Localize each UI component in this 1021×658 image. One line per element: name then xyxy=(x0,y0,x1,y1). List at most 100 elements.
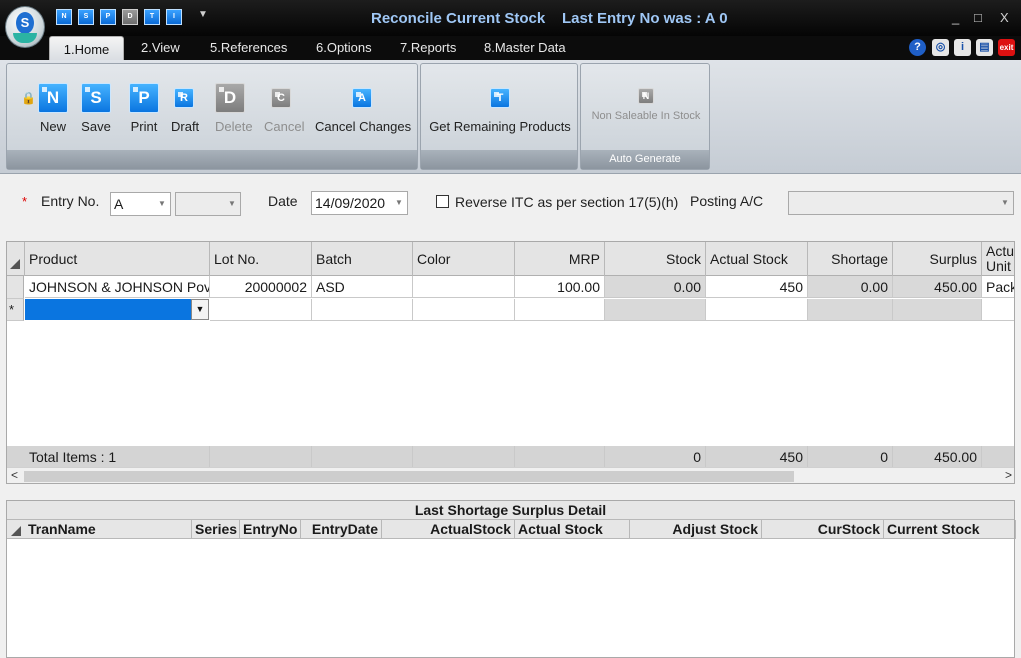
col-stock[interactable]: Stock xyxy=(605,242,706,276)
new-cell-mrp[interactable] xyxy=(515,299,605,321)
detail-title: Last Shortage Surplus Detail xyxy=(7,501,1014,520)
new-icon: N xyxy=(38,83,68,113)
new-button[interactable]: N New xyxy=(38,83,68,134)
exit-icon[interactable]: exit xyxy=(998,39,1015,56)
col-product[interactable]: Product xyxy=(25,242,210,276)
total-shortage: 0 xyxy=(808,446,893,468)
entry-series-select[interactable]: A ▼ xyxy=(110,192,171,216)
tab-options[interactable]: 6.Options xyxy=(316,40,372,55)
cell-actual-stock[interactable]: 450 xyxy=(706,276,808,298)
lock-icon[interactable]: 🔒 xyxy=(21,91,36,105)
totals-row: Total Items : 1 0 450 0 450.00 xyxy=(7,446,1014,468)
app-logo[interactable]: S xyxy=(5,6,45,48)
new-product-select[interactable] xyxy=(25,299,209,320)
new-row-header[interactable]: * xyxy=(7,299,24,321)
cell-product[interactable]: JOHNSON & JOHNSON Pov xyxy=(25,276,210,298)
detail-col-current-stock[interactable]: Current Stock xyxy=(884,520,1016,539)
col-color[interactable]: Color xyxy=(413,242,515,276)
save-icon: S xyxy=(81,83,111,113)
print-icon: P xyxy=(129,83,159,113)
quick-info-icon[interactable]: I xyxy=(166,9,182,25)
col-mrp[interactable]: MRP xyxy=(515,242,605,276)
new-cell-surplus xyxy=(893,299,982,321)
ribbon-group-actions: 🔒 N New S Save P Print R Draft D Delete … xyxy=(6,63,418,170)
row-header[interactable] xyxy=(7,276,24,299)
detail-col-adjust-stock[interactable]: Adjust Stock xyxy=(630,520,762,539)
col-lot-no[interactable]: Lot No. xyxy=(210,242,312,276)
posting-ac-select[interactable]: ▼ xyxy=(788,191,1014,215)
delete-button[interactable]: D Delete xyxy=(215,83,253,134)
entry-no-label: Entry No. xyxy=(41,193,100,209)
entry-number-select[interactable]: ▼ xyxy=(175,192,241,216)
new-cell-lot-no[interactable] xyxy=(210,299,312,321)
scroll-right-icon[interactable]: > xyxy=(1005,468,1012,482)
customize-quick-access-icon[interactable]: ▼ xyxy=(198,9,208,20)
save-button[interactable]: S Save xyxy=(81,83,111,134)
info-icon[interactable]: i xyxy=(954,39,971,56)
cancel-button[interactable]: C Cancel xyxy=(264,88,304,134)
cell-batch[interactable]: ASD xyxy=(312,276,413,298)
new-cell-batch[interactable] xyxy=(312,299,413,321)
new-cell-actual-stock[interactable] xyxy=(706,299,808,321)
ribbon-group-remaining: T Get Remaining Products xyxy=(420,63,578,170)
support-icon[interactable]: ◎ xyxy=(932,39,949,56)
cell-lot-no[interactable]: 20000002 xyxy=(210,276,312,298)
non-saleable-in-stock-button[interactable]: N Non Saleable In Stock xyxy=(585,88,707,122)
detail-col-entrydate[interactable]: EntryDate xyxy=(301,520,382,539)
new-cell-unit[interactable] xyxy=(982,299,1014,321)
new-cell-color[interactable] xyxy=(413,299,515,321)
draft-icon: R xyxy=(174,88,194,108)
detail-col-actualstock[interactable]: ActualStock xyxy=(382,520,515,539)
draft-button[interactable]: R Draft xyxy=(171,88,199,134)
get-remaining-products-button[interactable]: T Get Remaining Products xyxy=(429,88,571,134)
help-icon[interactable]: ? xyxy=(909,39,926,56)
detail-col-entryno[interactable]: EntryNo xyxy=(240,520,301,539)
grid-corner[interactable] xyxy=(7,242,25,276)
cell-unit[interactable]: Pack xyxy=(982,276,1014,298)
required-marker: * xyxy=(22,194,28,209)
col-surplus[interactable]: Surplus xyxy=(893,242,982,276)
tab-master-data[interactable]: 8.Master Data xyxy=(484,40,566,55)
scroll-left-icon[interactable]: < xyxy=(11,468,18,482)
cell-mrp[interactable]: 100.00 xyxy=(515,276,605,298)
select-all-icon xyxy=(10,259,20,269)
quick-new-icon[interactable]: N xyxy=(56,9,72,25)
cancel-changes-button[interactable]: A Cancel Changes xyxy=(315,83,411,134)
scrollbar-thumb[interactable] xyxy=(24,471,794,482)
detail-col-series[interactable]: Series xyxy=(192,520,240,539)
product-grid[interactable]: Product Lot No. Batch Color MRP Stock Ac… xyxy=(6,241,1015,484)
notes-icon[interactable]: ▤ xyxy=(976,39,993,56)
total-actual-stock: 450 xyxy=(706,446,808,468)
maximize-button[interactable]: □ xyxy=(974,10,982,25)
reverse-itc-checkbox[interactable] xyxy=(436,195,449,208)
close-button[interactable]: X xyxy=(1000,10,1009,25)
col-shortage[interactable]: Shortage xyxy=(808,242,893,276)
col-batch[interactable]: Batch xyxy=(312,242,413,276)
total-surplus: 450.00 xyxy=(893,446,982,468)
select-all-icon[interactable] xyxy=(11,526,21,536)
horizontal-scrollbar[interactable]: < > xyxy=(7,467,1014,483)
date-picker[interactable]: 14/09/2020 ▼ xyxy=(311,191,408,215)
quick-print-icon[interactable]: P xyxy=(100,9,116,25)
detail-col-actual-stock[interactable]: Actual Stock xyxy=(515,520,630,539)
tab-references[interactable]: 5.References xyxy=(210,40,287,55)
detail-col-curstock[interactable]: CurStock xyxy=(762,520,884,539)
tab-home[interactable]: 1.Home xyxy=(49,36,124,61)
print-button[interactable]: P Print xyxy=(129,83,159,134)
tab-view[interactable]: 2.View xyxy=(141,40,180,55)
detail-col-tranname[interactable]: TranName xyxy=(25,520,192,539)
quick-delete-icon[interactable]: D xyxy=(122,9,138,25)
chevron-down-icon[interactable]: ▼ xyxy=(191,299,209,320)
quick-save-icon[interactable]: S xyxy=(78,9,94,25)
cell-color[interactable] xyxy=(413,276,515,298)
col-actual-unit[interactable]: Actual Unit xyxy=(982,242,1014,276)
total-stock: 0 xyxy=(605,446,706,468)
col-actual-stock[interactable]: Actual Stock xyxy=(706,242,808,276)
logo-leaf-icon xyxy=(13,33,37,43)
new-cell-shortage xyxy=(808,299,893,321)
quick-remaining-icon[interactable]: T xyxy=(144,9,160,25)
new-cell-stock xyxy=(605,299,706,321)
tab-reports[interactable]: 7.Reports xyxy=(400,40,456,55)
grid-header: Product Lot No. Batch Color MRP Stock Ac… xyxy=(7,242,1014,276)
minimize-button[interactable]: _ xyxy=(952,10,959,25)
